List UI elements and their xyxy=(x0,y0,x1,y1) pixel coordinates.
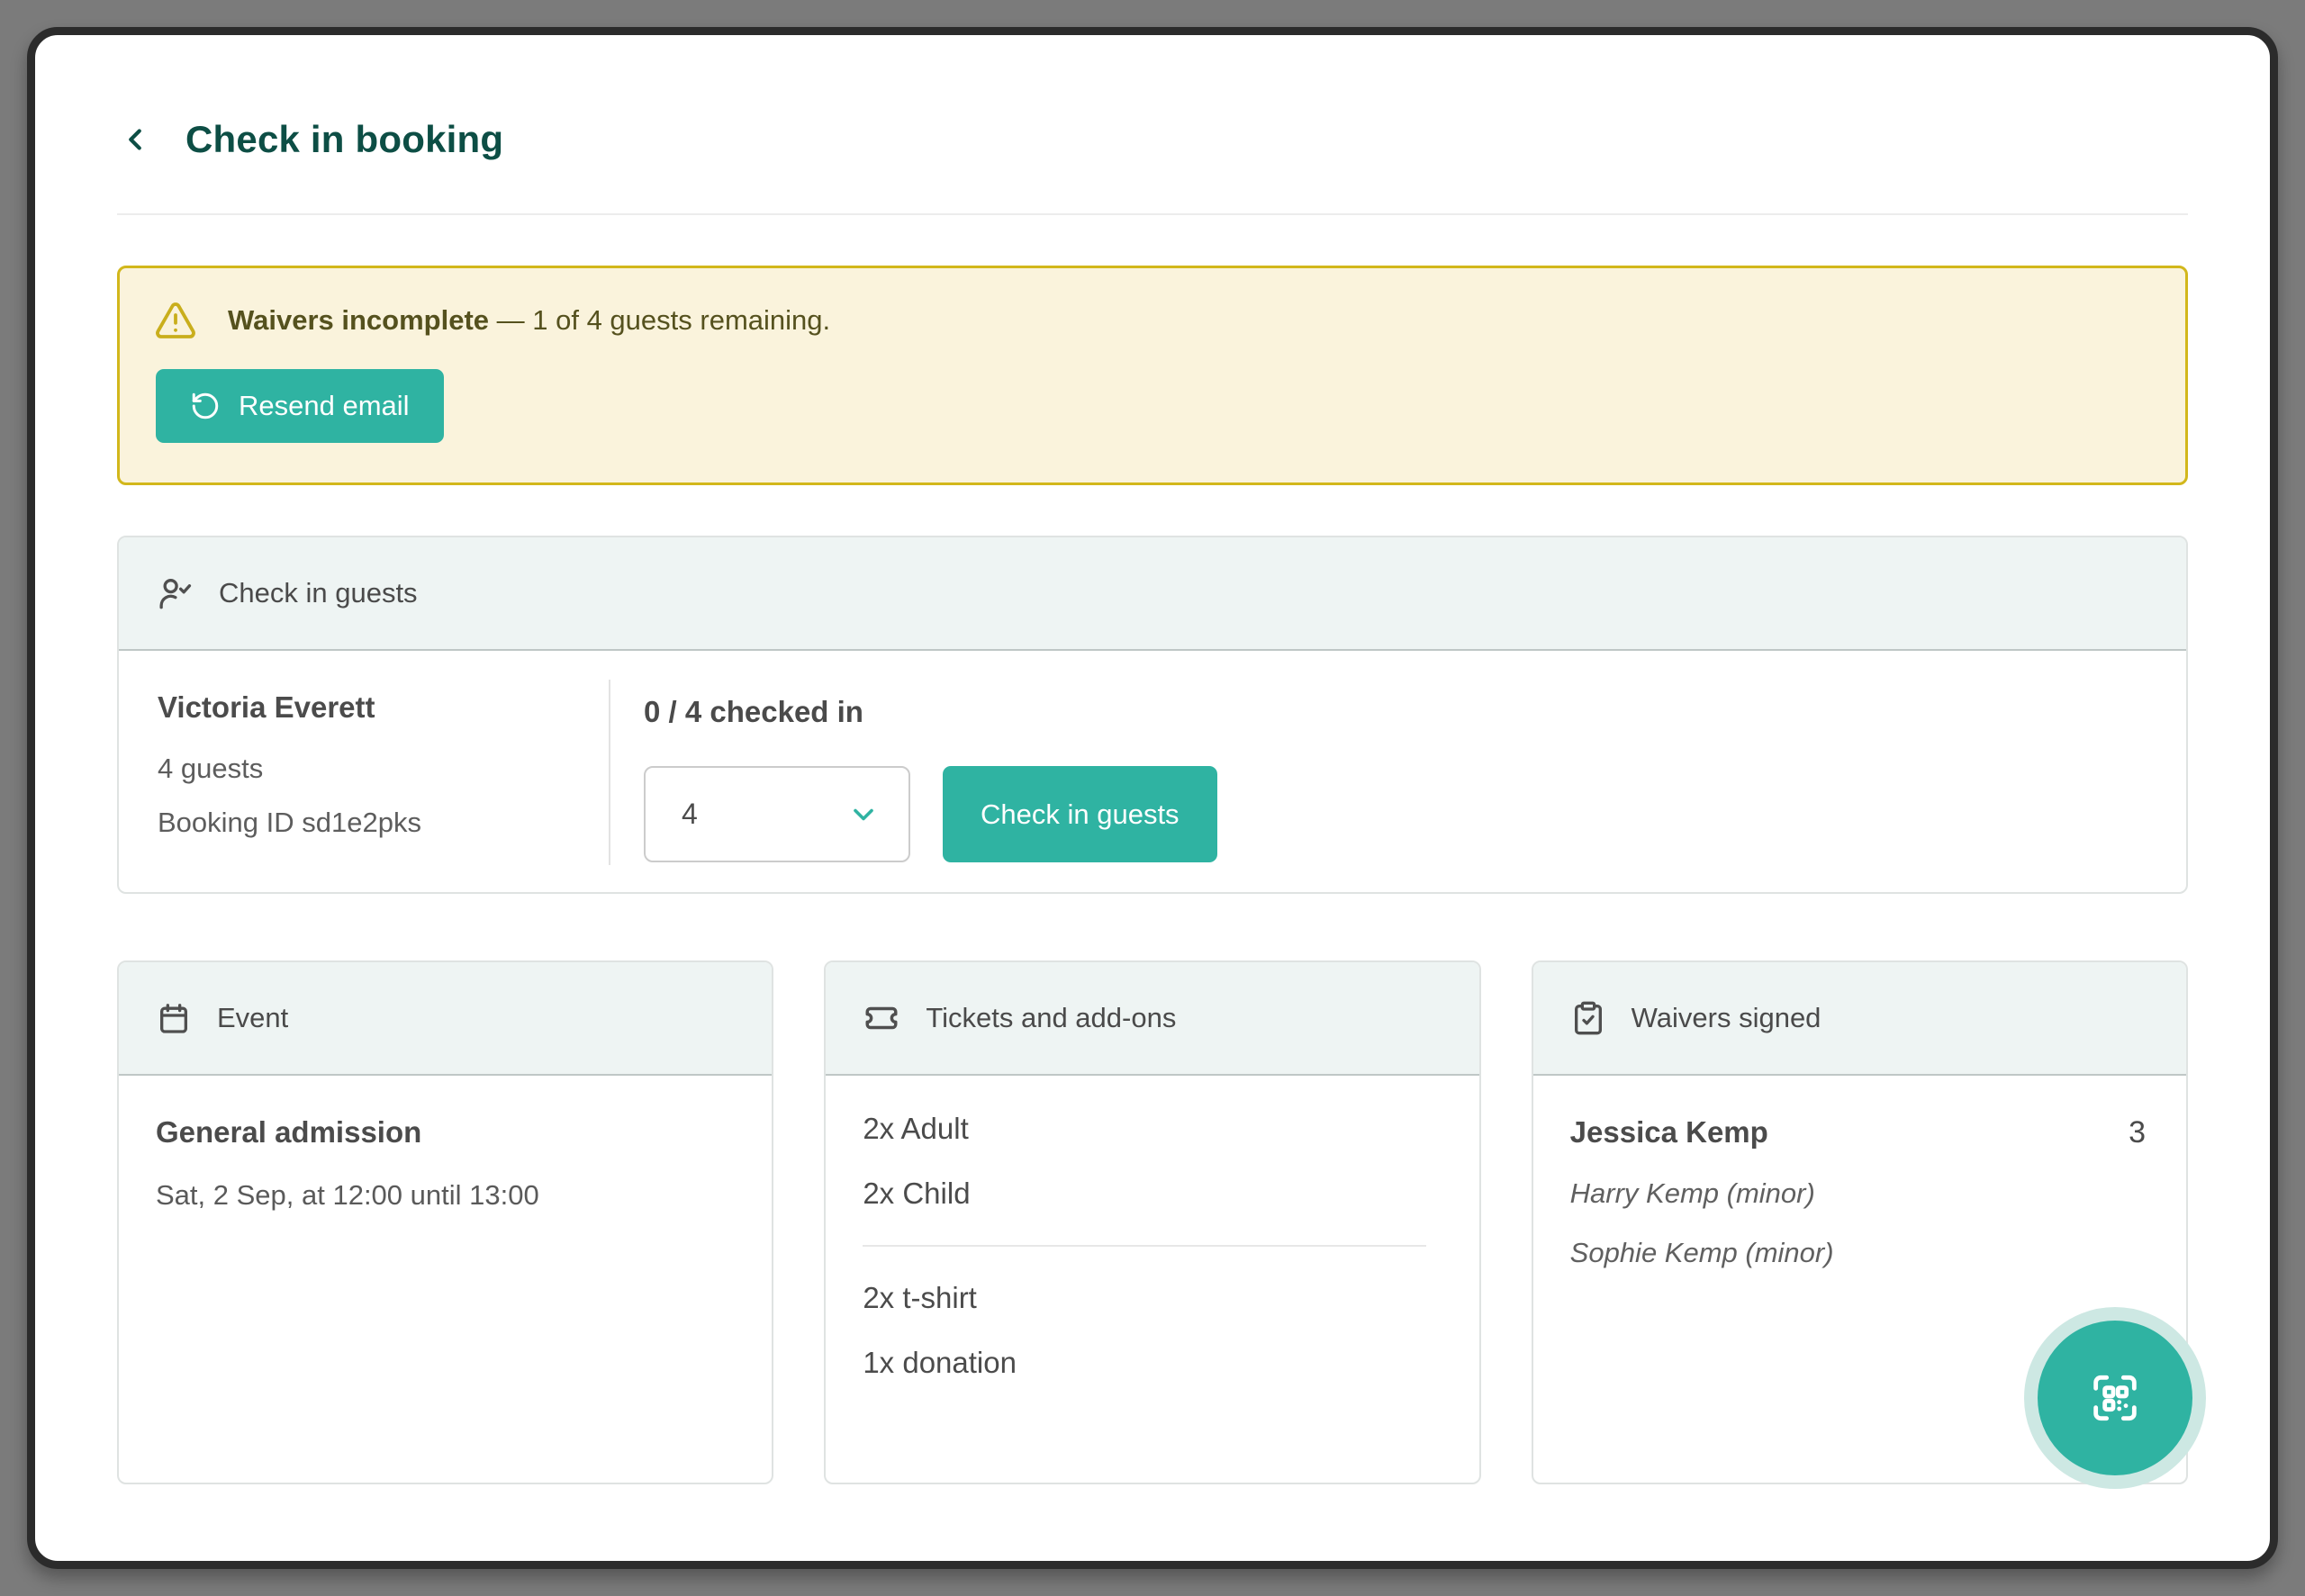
chevron-left-icon xyxy=(118,122,152,157)
qr-scan-icon xyxy=(2086,1369,2144,1427)
warning-message: — 1 of 4 guests remaining. xyxy=(497,304,830,336)
header-divider xyxy=(117,213,2188,215)
tickets-card: Tickets and add-ons 2x Adult 2x Child 2x… xyxy=(824,960,1480,1484)
user-check-icon xyxy=(156,574,194,612)
guest-name: Victoria Everett xyxy=(158,690,421,725)
calendar-icon xyxy=(156,1000,192,1036)
ticket-item: 2x Child xyxy=(863,1177,1442,1211)
addon-item: 2x t-shirt xyxy=(863,1281,1442,1315)
checkin-section: Check in guests Victoria Everett 4 guest… xyxy=(117,536,2188,894)
waiver-minor-name: Sophie Kemp (minor) xyxy=(1570,1237,2149,1269)
checkin-section-title: Check in guests xyxy=(219,577,418,609)
guest-quantity-select[interactable]: 4 xyxy=(644,766,910,862)
event-name: General admission xyxy=(156,1115,735,1150)
tickets-card-title: Tickets and add-ons xyxy=(926,1002,1176,1034)
waivers-warning-banner: Waivers incomplete — 1 of 4 guests remai… xyxy=(117,266,2188,485)
vertical-divider xyxy=(609,680,610,865)
back-button[interactable] xyxy=(117,120,153,159)
checkin-controls: 0 / 4 checked in 4 Check in guests xyxy=(644,692,1217,862)
booking-info: Victoria Everett 4 guests Booking ID sd1… xyxy=(158,690,421,839)
chevron-down-icon xyxy=(847,798,880,831)
resend-email-label: Resend email xyxy=(239,390,410,422)
warning-title: Waivers incomplete xyxy=(228,304,489,336)
waiver-count: 3 xyxy=(2129,1115,2149,1150)
event-schedule: Sat, 2 Sep, at 12:00 until 13:00 xyxy=(156,1179,735,1212)
check-in-guests-button[interactable]: Check in guests xyxy=(943,766,1217,862)
ticket-item: 2x Adult xyxy=(863,1112,1442,1146)
rotate-ccw-icon xyxy=(190,391,221,421)
page-content: Check in booking Waivers incomplete — 1 … xyxy=(35,114,2270,1569)
waiver-signer-row: Jessica Kemp 3 xyxy=(1570,1115,2149,1150)
guest-quantity-value: 4 xyxy=(682,798,698,831)
event-card-body: General admission Sat, 2 Sep, at 12:00 u… xyxy=(119,1076,772,1248)
ticket-icon xyxy=(863,999,900,1037)
checkin-section-body: Victoria Everett 4 guests Booking ID sd1… xyxy=(119,651,2186,892)
waivers-card-body: Jessica Kemp 3 Harry Kemp (minor) Sophie… xyxy=(1533,1076,2186,1305)
waiver-minor-name: Harry Kemp (minor) xyxy=(1570,1177,2149,1210)
event-card-title: Event xyxy=(217,1002,288,1034)
page-header: Check in booking xyxy=(117,114,2188,165)
waivers-card-header: Waivers signed xyxy=(1533,962,2186,1076)
event-card: Event General admission Sat, 2 Sep, at 1… xyxy=(117,960,773,1484)
guest-count: 4 guests xyxy=(158,753,421,785)
waiver-signer-name: Jessica Kemp xyxy=(1570,1115,1768,1150)
alert-triangle-icon xyxy=(154,299,197,342)
page-title: Check in booking xyxy=(185,118,503,161)
resend-email-button[interactable]: Resend email xyxy=(156,369,444,443)
waivers-card-title: Waivers signed xyxy=(1632,1002,1821,1034)
clipboard-check-icon xyxy=(1570,1000,1606,1036)
tickets-card-body: 2x Adult 2x Child 2x t-shirt 1x donation xyxy=(826,1076,1478,1416)
warning-message-row: Waivers incomplete — 1 of 4 guests remai… xyxy=(154,299,2151,342)
addons-divider xyxy=(863,1245,1425,1247)
tickets-card-header: Tickets and add-ons xyxy=(826,962,1478,1076)
summary-cards-row: Event General admission Sat, 2 Sep, at 1… xyxy=(117,960,2188,1484)
event-card-header: Event xyxy=(119,962,772,1076)
booking-window: Check in booking Waivers incomplete — 1 … xyxy=(27,27,2278,1569)
addon-item: 1x donation xyxy=(863,1346,1442,1380)
checkin-controls-row: 4 Check in guests xyxy=(644,766,1217,862)
booking-id: Booking ID sd1e2pks xyxy=(158,807,421,839)
qr-scan-fab-button[interactable] xyxy=(2024,1307,2206,1489)
warning-text: Waivers incomplete — 1 of 4 guests remai… xyxy=(228,299,830,342)
checkin-progress-label: 0 / 4 checked in xyxy=(644,692,1217,732)
checkin-section-header: Check in guests xyxy=(119,537,2186,651)
